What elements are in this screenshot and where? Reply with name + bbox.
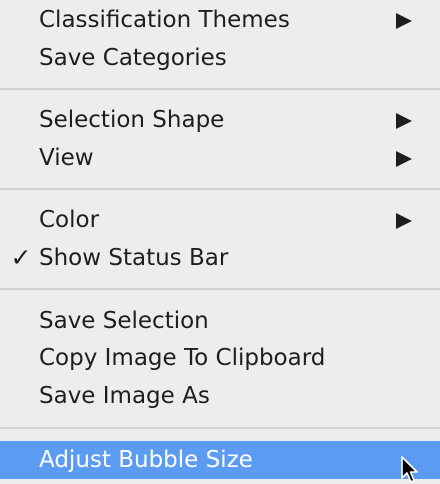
menu-item-label: Save Image As (39, 383, 210, 409)
menu-separator (0, 427, 440, 429)
submenu-arrow-icon (396, 113, 412, 129)
menu-item-label: Copy Image To Clipboard (39, 345, 326, 371)
menu-separator (0, 288, 440, 290)
menu-item-view[interactable]: View (0, 139, 440, 177)
menu-item-classification-themes[interactable]: Classification Themes (0, 1, 440, 39)
menu-item-label: View (39, 145, 94, 171)
checkmark-icon: ✓ (10, 243, 32, 272)
menu-item-label: Color (39, 207, 100, 233)
menu-item-label: Adjust Bubble Size (39, 447, 253, 473)
menu-item-color[interactable]: Color (0, 201, 440, 239)
menu-item-label: Show Status Bar (39, 245, 229, 271)
submenu-arrow-icon (396, 13, 412, 29)
menu-item-label: Save Selection (39, 308, 209, 334)
menu-item-label: Classification Themes (39, 7, 290, 33)
menu-item-label: Save Categories (39, 45, 227, 71)
menu-item-adjust-bubble-size[interactable]: Adjust Bubble Size (0, 441, 440, 479)
menu-item-copy-image-to-clipboard[interactable]: Copy Image To Clipboard (0, 339, 440, 377)
menu-item-save-selection[interactable]: Save Selection (0, 302, 440, 340)
mouse-pointer-icon (401, 456, 418, 483)
menu-item-show-status-bar[interactable]: ✓ Show Status Bar (0, 239, 440, 277)
menu-separator (0, 88, 440, 90)
menu-item-save-categories[interactable]: Save Categories (0, 39, 440, 77)
submenu-arrow-icon (396, 213, 412, 229)
menu-item-selection-shape[interactable]: Selection Shape (0, 101, 440, 139)
menu-separator (0, 188, 440, 190)
menu-item-save-image-as[interactable]: Save Image As (0, 377, 440, 415)
context-menu: Classification Themes Save Categories Se… (0, 0, 440, 484)
submenu-arrow-icon (396, 151, 412, 167)
menu-item-label: Selection Shape (39, 107, 225, 133)
